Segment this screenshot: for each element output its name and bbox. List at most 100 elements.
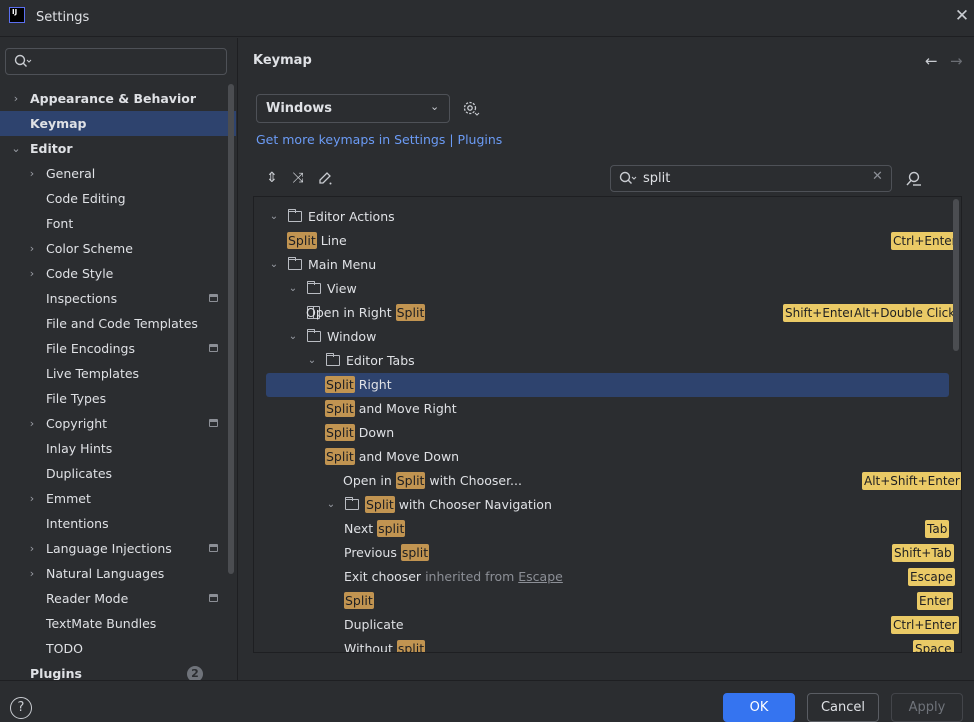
actions-scrollbar[interactable] <box>953 199 959 351</box>
chevron-down-icon[interactable]: ⌄ <box>306 349 318 373</box>
edit-icon[interactable] <box>317 170 333 186</box>
sidebar-item-inlay-hints[interactable]: Inlay Hints <box>0 436 236 461</box>
sidebar-scrollbar[interactable] <box>228 84 234 574</box>
sidebar-item-duplicates[interactable]: Duplicates <box>0 461 236 486</box>
action-label-part: with Chooser Navigation <box>394 497 552 512</box>
match-highlight: Split <box>395 304 426 321</box>
match-highlight: Split <box>344 592 374 609</box>
action-label-part: Duplicate <box>344 617 404 632</box>
chevron-right-icon[interactable]: › <box>26 561 38 586</box>
action-label-part: Exit chooser <box>344 569 426 584</box>
action-row[interactable]: Split and Move Down <box>254 445 961 469</box>
chevron-right-icon[interactable]: › <box>26 161 38 186</box>
sidebar-item-label: Plugins <box>30 666 82 680</box>
sidebar-item-font[interactable]: Font <box>0 211 236 236</box>
clear-icon[interactable]: ✕ <box>872 169 883 184</box>
sidebar-item-keymap[interactable]: Keymap <box>0 111 236 136</box>
action-label: Open in Right Split <box>306 301 426 325</box>
settings-search-input[interactable] <box>5 48 227 75</box>
action-label-part: Right <box>354 377 392 392</box>
action-row[interactable]: Without split Space <box>254 637 961 652</box>
chevron-right-icon[interactable]: › <box>26 486 38 511</box>
sidebar-item-file-and-code-templates[interactable]: File and Code Templates <box>0 311 236 336</box>
sidebar-item-editor[interactable]: ⌄ Editor <box>0 136 236 161</box>
chevron-down-icon[interactable]: ⌄ <box>268 205 280 229</box>
sidebar-item-emmet[interactable]: › Emmet <box>0 486 236 511</box>
sidebar-item-general[interactable]: › General <box>0 161 236 186</box>
chevron-right-icon[interactable]: › <box>26 261 38 286</box>
action-row[interactable]: Next split Tab <box>254 517 961 541</box>
action-row[interactable]: Open in Right Split Shift+Enter Alt+Double… <box>254 301 961 325</box>
chevron-down-icon[interactable]: ⌄ <box>10 136 22 161</box>
sidebar-item-code-editing[interactable]: Code Editing <box>0 186 236 211</box>
action-row[interactable]: Split Line Ctrl+Enter <box>254 229 961 253</box>
sidebar-item-textmate-bundles[interactable]: TextMate Bundles <box>0 611 236 636</box>
shortcut-badge: Ctrl+Enter <box>891 232 959 250</box>
action-label-part: Editor Tabs <box>346 353 415 368</box>
action-label: Next split <box>344 517 406 541</box>
match-highlight: Split <box>325 400 355 417</box>
chevron-down-icon[interactable]: ⌄ <box>325 493 337 517</box>
sidebar-item-plugins[interactable]: Plugins 2 <box>0 661 236 680</box>
action-row[interactable]: Split and Move Right <box>254 397 961 421</box>
shortcut-badge: Shift+Tab <box>892 544 954 562</box>
sidebar-item-intentions[interactable]: Intentions <box>0 511 236 536</box>
find-shortcut-icon[interactable] <box>905 170 923 188</box>
window-title: Settings <box>36 10 90 25</box>
action-label-part[interactable]: Escape <box>518 569 563 584</box>
chevron-right-icon[interactable]: › <box>26 411 38 436</box>
action-row[interactable]: Duplicate Ctrl+Enter <box>254 613 961 637</box>
chevron-down-icon[interactable]: ⌄ <box>287 277 299 301</box>
help-icon[interactable]: ? <box>10 697 32 719</box>
apply-button[interactable]: Apply <box>891 693 963 722</box>
sidebar-item-copyright[interactable]: › Copyright <box>0 411 236 436</box>
sidebar-item-code-style[interactable]: › Code Style <box>0 261 236 286</box>
action-row[interactable]: ⌄ Editor Tabs <box>254 349 961 373</box>
sidebar-item-natural-languages[interactable]: › Natural Languages <box>0 561 236 586</box>
sidebar-item-label: TODO <box>46 641 83 656</box>
action-row[interactable]: ⌄ View <box>254 277 961 301</box>
action-row[interactable]: Split Down <box>254 421 961 445</box>
sidebar-item-reader-mode[interactable]: Reader Mode <box>0 586 236 611</box>
ok-button[interactable]: OK <box>723 693 795 722</box>
expand-all-icon[interactable]: ⇕ <box>264 170 280 186</box>
action-row[interactable]: Open in Split with Chooser... Alt+Shift+E… <box>254 469 961 493</box>
cancel-button[interactable]: Cancel <box>807 693 879 722</box>
action-row[interactable]: ⌄ Editor Actions <box>254 205 961 229</box>
action-row[interactable]: Previous split Shift+Tab <box>254 541 961 565</box>
chevron-right-icon[interactable]: › <box>26 236 38 261</box>
back-arrow-icon[interactable]: ← <box>925 52 938 70</box>
sidebar-item-inspections[interactable]: Inspections <box>0 286 236 311</box>
action-label: Exit chooser inherited from Escape <box>344 565 563 589</box>
sidebar-item-file-encodings[interactable]: File Encodings <box>0 336 236 361</box>
keymap-dropdown-value: Windows <box>266 101 333 116</box>
action-row[interactable]: Split Enter <box>254 589 961 613</box>
close-icon[interactable]: ✕ <box>952 6 972 28</box>
chevron-right-icon[interactable]: › <box>10 86 22 111</box>
chevron-right-icon[interactable]: › <box>26 536 38 561</box>
action-label-part: Previous <box>344 545 401 560</box>
keymap-dropdown[interactable]: Windows ⌄ <box>256 94 450 123</box>
sidebar-item-live-templates[interactable]: Live Templates <box>0 361 236 386</box>
action-row[interactable]: Split Right <box>266 373 949 397</box>
gear-icon[interactable] <box>462 99 480 117</box>
sidebar-item-appearance-behavior[interactable]: › Appearance & Behavior <box>0 86 236 111</box>
action-row[interactable]: ⌄ Split with Chooser Navigation <box>254 493 961 517</box>
action-label-part: and Move Down <box>354 449 460 464</box>
action-filter-input[interactable]: split ✕ <box>610 165 892 192</box>
action-row[interactable]: Exit chooser inherited from Escape Escape <box>254 565 961 589</box>
action-row[interactable]: ⌄ Main Menu <box>254 253 961 277</box>
forward-arrow-icon[interactable]: → <box>950 52 963 70</box>
collapse-all-icon[interactable]: ⤨ <box>290 170 306 186</box>
sidebar-item-color-scheme[interactable]: › Color Scheme <box>0 236 236 261</box>
chevron-down-icon[interactable]: ⌄ <box>268 253 280 277</box>
sidebar-item-language-injections[interactable]: › Language Injections <box>0 536 236 561</box>
page-title: Keymap <box>253 53 312 68</box>
chevron-down-icon[interactable]: ⌄ <box>287 325 299 349</box>
sidebar-item-todo[interactable]: TODO <box>0 636 236 661</box>
settings-tree: › Appearance & Behavior Keymap ⌄ Editor › Gene… <box>0 86 236 680</box>
sidebar-item-file-types[interactable]: File Types <box>0 386 236 411</box>
sidebar-item-label: Color Scheme <box>46 241 133 256</box>
more-keymaps-link[interactable]: Get more keymaps in Settings | Plugins <box>256 132 502 147</box>
action-row[interactable]: ⌄ Window <box>254 325 961 349</box>
